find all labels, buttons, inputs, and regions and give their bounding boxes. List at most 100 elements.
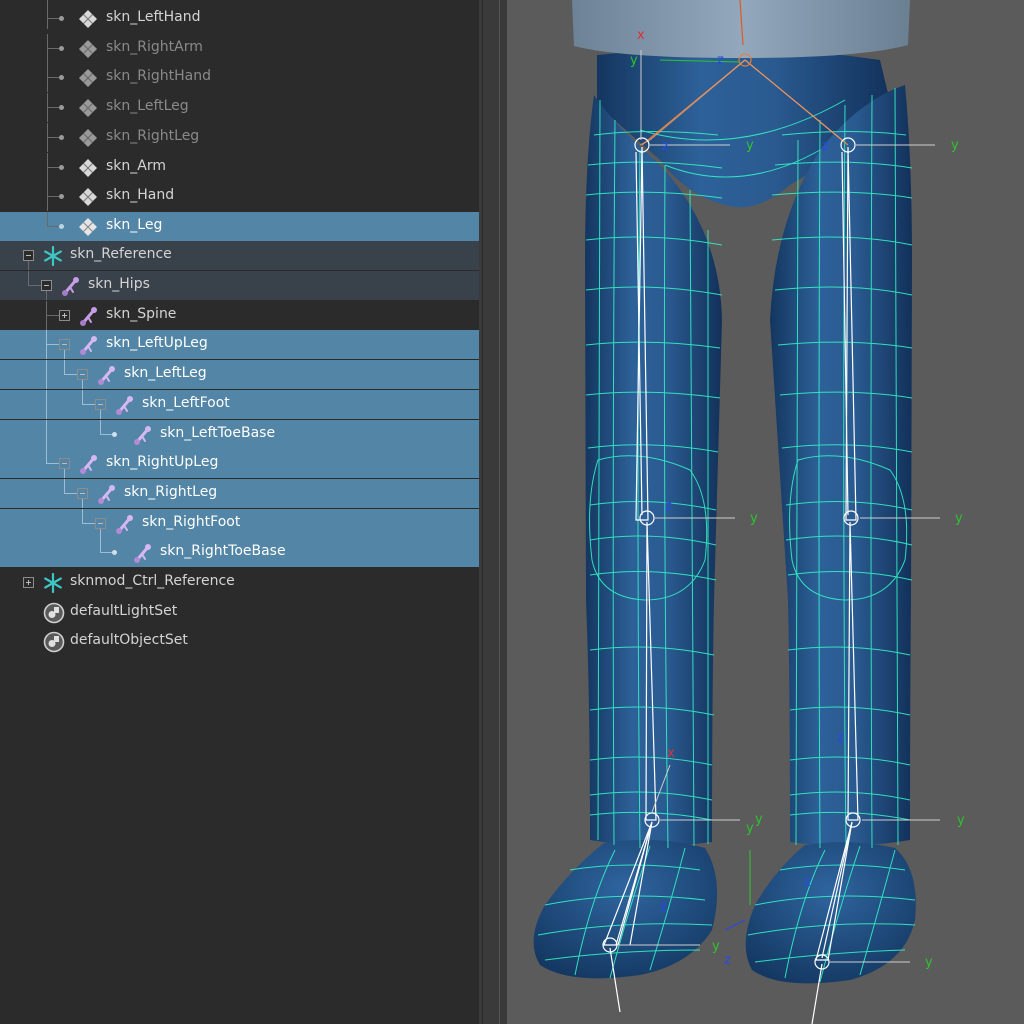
outliner-item-defaultobjectset[interactable]: defaultObjectSet: [0, 627, 479, 656]
reference-icon: [44, 573, 62, 593]
joint-icon: [62, 277, 79, 296]
z-axis-label: z: [804, 875, 811, 890]
z-axis-label: z: [837, 731, 844, 746]
outliner-item-label: skn_Arm: [106, 158, 166, 174]
outliner-item-label: skn_LeftLeg: [106, 98, 189, 114]
outliner-item-label: skn_LeftHand: [106, 9, 201, 25]
outliner-item-skn-reference[interactable]: skn_Reference: [0, 241, 479, 270]
outliner-item-label: skn_LeftToeBase: [160, 425, 276, 441]
outliner-item-skn-hips[interactable]: skn_Hips: [0, 271, 479, 300]
z-axis-label: z: [724, 953, 731, 968]
outliner-item-defaultlightset[interactable]: defaultLightSet: [0, 598, 479, 627]
y-axis-label: y: [750, 511, 758, 526]
collapse-toggle[interactable]: [77, 488, 88, 499]
outliner-item-label: skn_Reference: [70, 246, 172, 262]
joint-icon: [98, 366, 115, 385]
collapse-toggle[interactable]: [77, 369, 88, 380]
3d-viewport[interactable]: x y z z y z y z y y x z y y y z z y z y: [507, 0, 1024, 1024]
expand-toggle[interactable]: [59, 310, 70, 321]
outliner-item-skn-leftupleg[interactable]: skn_LeftUpLeg: [0, 330, 479, 359]
outliner-item-skn-rightleg-mesh[interactable]: skn_RightLeg: [0, 123, 479, 152]
outliner-item-label: skn_RightFoot: [142, 514, 241, 530]
collapse-toggle[interactable]: [41, 280, 52, 291]
y-axis-label: y: [957, 813, 965, 828]
outliner-item-label: skn_RightLeg: [106, 128, 200, 144]
joint-icon: [134, 426, 151, 445]
outliner-item-label: skn_Hips: [88, 276, 150, 292]
y-axis-label: y: [955, 511, 963, 526]
maya-window: skn_LeftHand skn_RightArm skn_RightHand …: [0, 0, 1024, 1024]
outliner-item-skn-rightarm[interactable]: skn_RightArm: [0, 34, 479, 63]
outliner-item-label: defaultObjectSet: [70, 632, 188, 648]
joint-icon: [116, 515, 133, 534]
joint-icon: [98, 485, 115, 504]
x-axis-label: x: [637, 28, 645, 43]
outliner-item-label: skn_RightArm: [106, 39, 203, 55]
outliner-item-label: skn_LeftUpLeg: [106, 335, 208, 351]
y-axis-label: y: [630, 53, 638, 68]
outliner-item-skn-leftleg[interactable]: skn_LeftLeg: [0, 360, 479, 389]
joint-icon: [80, 336, 97, 355]
collapse-toggle[interactable]: [59, 458, 70, 469]
z-axis-label: z: [665, 499, 672, 514]
outliner-item-sknmod-ctrl-reference[interactable]: sknmod_Ctrl_Reference: [0, 568, 479, 597]
joint-icon: [80, 307, 97, 326]
viewport-scene: x y z z y z y z y y x z y y y z z y z y: [533, 0, 965, 1024]
outliner-item-label: defaultLightSet: [70, 603, 178, 619]
set-icon: [43, 631, 65, 653]
z-axis-label: z: [662, 139, 669, 154]
mesh-icon: [79, 188, 97, 206]
outliner-item-label: skn_Spine: [106, 306, 177, 322]
y-axis-label: y: [746, 138, 754, 153]
z-axis-label: z: [717, 53, 724, 68]
outliner-item-skn-leftleg-mesh[interactable]: skn_LeftLeg: [0, 93, 479, 122]
outliner-item-label: skn_Hand: [106, 187, 175, 203]
y-axis-label: y: [925, 955, 933, 970]
reference-icon: [44, 246, 62, 266]
outliner-item-skn-righthand[interactable]: skn_RightHand: [0, 63, 479, 92]
outliner-item-label: skn_LeftLeg: [124, 365, 207, 381]
outliner-item-label: skn_RightHand: [106, 68, 212, 84]
mesh-icon: [79, 10, 97, 28]
x-axis-label: x: [667, 746, 675, 761]
y-axis-label: y: [712, 939, 720, 954]
mesh-icon: [79, 69, 97, 87]
joint-icon: [80, 455, 97, 474]
outliner-item-skn-rightfoot[interactable]: skn_RightFoot: [0, 509, 479, 538]
collapse-toggle[interactable]: [95, 399, 106, 410]
outliner-panel[interactable]: skn_LeftHand skn_RightArm skn_RightHand …: [0, 0, 479, 1024]
collapse-toggle[interactable]: [95, 518, 106, 529]
set-icon: [43, 602, 65, 624]
outliner-item-label: sknmod_Ctrl_Reference: [70, 573, 235, 589]
outliner-item-label: skn_RightToeBase: [160, 543, 286, 559]
collapse-toggle[interactable]: [59, 339, 70, 350]
outliner-item-skn-leftfoot[interactable]: skn_LeftFoot: [0, 390, 479, 419]
expand-toggle[interactable]: [23, 577, 34, 588]
z-axis-label: z: [660, 900, 667, 915]
outliner-item-skn-spine[interactable]: skn_Spine: [0, 301, 479, 330]
outliner-item-skn-rightleg[interactable]: skn_RightLeg: [0, 479, 479, 508]
outliner-item-skn-lefttoebase[interactable]: skn_LeftToeBase: [0, 420, 479, 449]
y-axis-label: y: [755, 812, 763, 827]
outliner-item-skn-leg[interactable]: skn_Leg: [0, 212, 479, 241]
y-axis-label: y: [746, 821, 754, 836]
outliner-item-skn-rightupleg[interactable]: skn_RightUpLeg: [0, 449, 479, 478]
outliner-item-skn-lefthand[interactable]: skn_LeftHand: [0, 0, 479, 33]
outliner-item-label: skn_Leg: [106, 217, 163, 233]
outliner-item-label: skn_RightUpLeg: [106, 454, 219, 470]
mesh-icon: [79, 99, 97, 117]
joint-icon: [134, 544, 151, 563]
outliner-item-skn-hand[interactable]: skn_Hand: [0, 182, 479, 211]
mesh-icon: [79, 129, 97, 147]
outliner-item-skn-arm[interactable]: skn_Arm: [0, 153, 479, 182]
mesh-icon: [79, 159, 97, 177]
mesh-icon: [79, 40, 97, 58]
joint-icon: [116, 396, 133, 415]
outliner-item-label: skn_RightLeg: [124, 484, 218, 500]
collapse-toggle[interactable]: [23, 250, 34, 261]
outliner-item-label: skn_LeftFoot: [142, 395, 230, 411]
z-axis-label: z: [822, 139, 829, 154]
outliner-item-skn-righttoebase[interactable]: skn_RightToeBase: [0, 538, 479, 567]
mesh-icon: [79, 218, 97, 236]
panel-splitter[interactable]: [479, 0, 507, 1024]
